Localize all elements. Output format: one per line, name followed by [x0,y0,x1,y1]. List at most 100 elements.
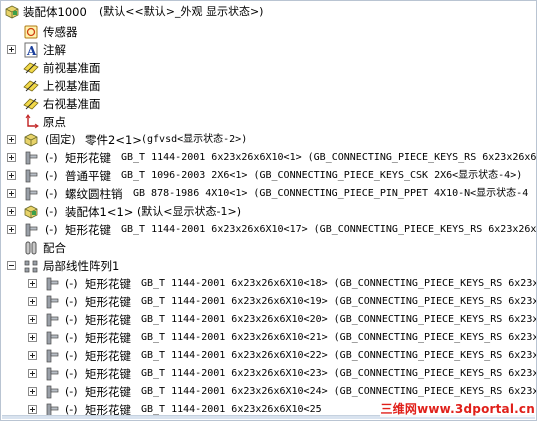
plane-icon [23,96,39,112]
tree-item-component[interactable]: (-) 螺纹圆柱销 GB 878-1986 4X10<1> (GB_CONNEC… [1,185,536,203]
tree-item-plane-top[interactable]: 上视基准面 [1,77,536,95]
tree-item-component[interactable]: (-) 矩形花键 GB_T 1144-2001 6x23x26x6X10<17>… [1,221,536,239]
expand-toggle[interactable] [7,207,16,216]
collapse-toggle[interactable] [7,261,16,270]
plane-label: 右视基准面 [43,97,101,111]
svg-text:A: A [26,44,37,58]
expand-toggle[interactable] [28,369,37,378]
component-state: (-) [65,367,78,380]
plane-label: 前视基准面 [43,61,101,75]
component-name: 装配体1<1> [65,205,134,219]
expand-toggle[interactable] [7,135,16,144]
tree-item-pattern-child[interactable]: (-) 矩形花键 GB_T 1144-2001 6x23x26x6X10<19>… [1,293,536,311]
origin-icon [23,114,39,130]
expand-toggle[interactable] [7,225,16,234]
part-icon [44,294,60,310]
component-detail: GB_T 1144-2001 6x23x26x6X10<17> (GB_CONN… [121,224,537,235]
part-icon [44,348,60,364]
component-state: (-) [45,187,58,200]
tree-item-pattern-child[interactable]: (-) 矩形花键 GB_T 1144-2001 6x23x26x6X10<22>… [1,347,536,365]
component-detail: (gfvsd<显示状态-2>) [141,134,248,145]
tree-item-plane-right[interactable]: 右视基准面 [1,95,536,113]
part-icon [23,168,39,184]
expand-toggle[interactable] [7,189,16,198]
tree-item-pattern-child[interactable]: (-) 矩形花键 GB_T 1144-2001 6x23x26x6X10<18>… [1,275,536,293]
component-detail: GB_T 1144-2001 6x23x26x6X10<20> (GB_CONN… [141,314,537,325]
component-name: 矩形花键 [85,349,131,363]
tree-item-component[interactable]: (-) 矩形花键 GB_T 1144-2001 6x23x26x6X10<1> … [1,149,536,167]
component-state: (-) [45,205,58,218]
tree-item-pattern-child[interactable]: (-) 矩形花键 GB_T 1144-2001 6x23x26x6X10<23>… [1,365,536,383]
component-detail: GB_T 1144-2001 6x23x26x6X10<21> (GB_CONN… [141,332,537,343]
component-name: 普通平键 [65,169,111,183]
feature-manager-tree: 装配体1000 (默认<<默认>_外观 显示状态>) 传感器 A 注解 前视基准… [0,0,537,421]
expand-toggle[interactable] [7,45,16,54]
part-icon [23,132,39,148]
part-icon [23,186,39,202]
component-state: (-) [65,295,78,308]
mate-icon [23,240,39,256]
component-name: 矩形花键 [85,313,131,327]
plane-icon [23,78,39,94]
component-name: 矩形花键 [65,151,111,165]
expand-toggle[interactable] [28,333,37,342]
linear-pattern-icon [23,258,39,274]
component-state: (-) [65,313,78,326]
component-state: (-) [45,169,58,182]
expand-toggle[interactable] [28,351,37,360]
component-name: 零件2<1> [85,133,142,147]
part-icon [44,312,60,328]
expand-toggle[interactable] [7,171,16,180]
component-state: (-) [45,151,58,164]
sensor-icon [23,24,39,40]
tree-item-component[interactable]: (固定) 零件2<1> (gfvsd<显示状态-2>) [1,131,536,149]
component-detail: GB_T 1144-2001 6x23x26x6X10<23> (GB_CONN… [141,368,537,379]
tree-item-pattern-child[interactable]: (-) 矩形花键 GB_T 1144-2001 6x23x26x6X10<20>… [1,311,536,329]
component-state: (固定) [45,133,76,146]
part-icon [44,384,60,400]
origin-label: 原点 [43,115,66,129]
component-detail: GB 878-1986 4X10<1> (GB_CONNECTING_PIECE… [133,188,529,199]
component-detail: (默认<显示状态-1>) [137,205,241,218]
expand-toggle[interactable] [7,153,16,162]
component-state: (-) [65,385,78,398]
assembly-icon [4,4,20,20]
annotation-label: 注解 [43,43,66,57]
root-name: 装配体1000 [23,5,87,19]
component-state: (-) [45,223,58,236]
tree-item-component[interactable]: (-) 装配体1<1> (默认<显示状态-1>) [1,203,536,221]
part-icon [23,150,39,166]
pattern-label: 局部线性阵列1 [43,259,120,273]
subassembly-icon [23,204,39,220]
expand-toggle[interactable] [28,279,37,288]
part-icon [23,222,39,238]
root-config: (默认<<默认>_外观 显示状态>) [99,5,264,18]
component-name: 矩形花键 [65,223,111,237]
tree-item-pattern-child[interactable]: (-) 矩形花键 GB_T 1144-2001 6x23x26x6X10<21>… [1,329,536,347]
expand-toggle[interactable] [28,387,37,396]
part-icon [44,366,60,382]
tree-item-pattern-child[interactable]: (-) 矩形花键 GB_T 1144-2001 6x23x26x6X10<24>… [1,383,536,401]
tree-item-annotations[interactable]: A 注解 [1,41,536,59]
annotation-icon: A [23,42,39,58]
component-name: 矩形花键 [85,295,131,309]
part-icon [44,330,60,346]
component-detail: GB_T 1144-2001 6x23x26x6X10<18> (GB_CONN… [141,278,537,289]
tree-item-sensors[interactable]: 传感器 [1,23,536,41]
tree-item-origin[interactable]: 原点 [1,113,536,131]
tree-item-plane-front[interactable]: 前视基准面 [1,59,536,77]
plane-icon [23,60,39,76]
site-watermark: 三维网www.3dportal.cn [380,400,535,417]
expand-toggle[interactable] [28,297,37,306]
expand-toggle[interactable] [28,405,37,414]
tree-root-item[interactable]: 装配体1000 (默认<<默认>_外观 显示状态>) [1,3,536,21]
tree-item-component[interactable]: (-) 普通平键 GB_T 1096-2003 2X6<1> (GB_CONNE… [1,167,536,185]
mates-label: 配合 [43,241,66,255]
tree-item-pattern[interactable]: 局部线性阵列1 [1,257,536,275]
component-state: (-) [65,277,78,290]
expand-toggle[interactable] [28,315,37,324]
component-name: 矩形花键 [85,331,131,345]
component-state: (-) [65,331,78,344]
tree-item-mates[interactable]: 配合 [1,239,536,257]
component-name: 矩形花键 [85,277,131,291]
